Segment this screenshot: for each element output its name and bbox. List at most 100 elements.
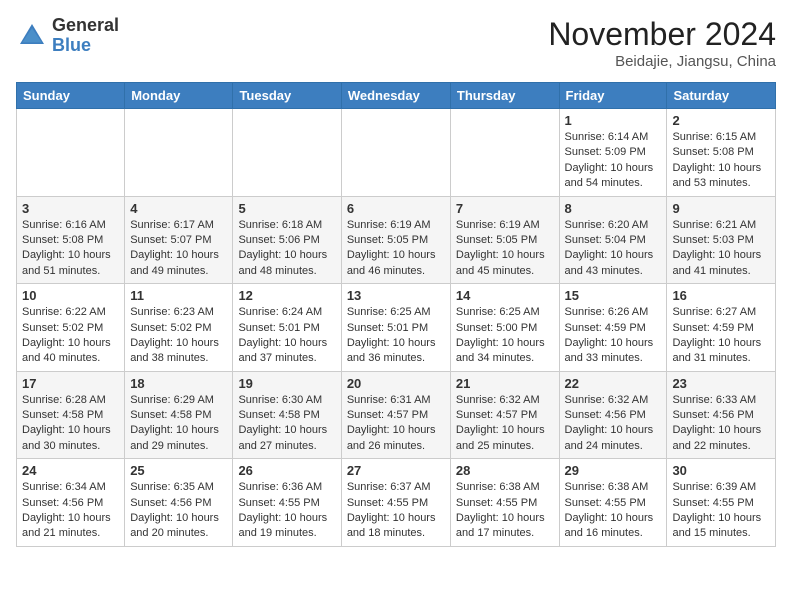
page-header: General Blue November 2024 Beidajie, Jia… <box>16 16 776 70</box>
day-info: Sunrise: 6:38 AM Sunset: 4:55 PM Dayligh… <box>565 480 662 542</box>
day-info: Sunrise: 6:34 AM Sunset: 4:56 PM Dayligh… <box>22 480 119 542</box>
weekday-header-tuesday: Tuesday <box>233 83 341 109</box>
calendar-week-5: 24 Sunrise: 6:34 AM Sunset: 4:56 PM Dayl… <box>17 459 776 547</box>
calendar-cell: 9 Sunrise: 6:21 AM Sunset: 5:03 PM Dayli… <box>667 196 776 284</box>
day-number: 2 <box>672 113 770 128</box>
day-info: Sunrise: 6:14 AM Sunset: 5:09 PM Dayligh… <box>565 130 662 192</box>
calendar-cell: 28 Sunrise: 6:38 AM Sunset: 4:55 PM Dayl… <box>450 459 559 547</box>
day-info: Sunrise: 6:39 AM Sunset: 4:55 PM Dayligh… <box>672 480 770 542</box>
weekday-header-sunday: Sunday <box>17 83 125 109</box>
calendar-week-1: 1 Sunrise: 6:14 AM Sunset: 5:09 PM Dayli… <box>17 109 776 197</box>
calendar-cell: 6 Sunrise: 6:19 AM Sunset: 5:05 PM Dayli… <box>341 196 450 284</box>
calendar-cell: 1 Sunrise: 6:14 AM Sunset: 5:09 PM Dayli… <box>559 109 667 197</box>
day-info: Sunrise: 6:19 AM Sunset: 5:05 PM Dayligh… <box>456 218 554 280</box>
calendar-week-3: 10 Sunrise: 6:22 AM Sunset: 5:02 PM Dayl… <box>17 284 776 372</box>
calendar-week-2: 3 Sunrise: 6:16 AM Sunset: 5:08 PM Dayli… <box>17 196 776 284</box>
weekday-header-row: SundayMondayTuesdayWednesdayThursdayFrid… <box>17 83 776 109</box>
day-info: Sunrise: 6:37 AM Sunset: 4:55 PM Dayligh… <box>347 480 445 542</box>
calendar-week-4: 17 Sunrise: 6:28 AM Sunset: 4:58 PM Dayl… <box>17 371 776 459</box>
day-info: Sunrise: 6:24 AM Sunset: 5:01 PM Dayligh… <box>238 305 335 367</box>
logo-general-text: General <box>52 15 119 35</box>
day-info: Sunrise: 6:32 AM Sunset: 4:56 PM Dayligh… <box>565 393 662 455</box>
day-number: 28 <box>456 463 554 478</box>
day-number: 27 <box>347 463 445 478</box>
day-info: Sunrise: 6:23 AM Sunset: 5:02 PM Dayligh… <box>130 305 227 367</box>
day-number: 6 <box>347 201 445 216</box>
calendar-cell: 3 Sunrise: 6:16 AM Sunset: 5:08 PM Dayli… <box>17 196 125 284</box>
day-number: 11 <box>130 288 227 303</box>
weekday-header-thursday: Thursday <box>450 83 559 109</box>
day-number: 12 <box>238 288 335 303</box>
day-number: 17 <box>22 376 119 391</box>
calendar-cell: 23 Sunrise: 6:33 AM Sunset: 4:56 PM Dayl… <box>667 371 776 459</box>
day-info: Sunrise: 6:19 AM Sunset: 5:05 PM Dayligh… <box>347 218 445 280</box>
calendar-cell: 7 Sunrise: 6:19 AM Sunset: 5:05 PM Dayli… <box>450 196 559 284</box>
logo-blue-text: Blue <box>52 35 91 55</box>
day-number: 14 <box>456 288 554 303</box>
calendar-cell: 29 Sunrise: 6:38 AM Sunset: 4:55 PM Dayl… <box>559 459 667 547</box>
day-number: 15 <box>565 288 662 303</box>
day-number: 16 <box>672 288 770 303</box>
day-number: 5 <box>238 201 335 216</box>
month-title: November 2024 <box>548 16 776 53</box>
calendar-cell: 24 Sunrise: 6:34 AM Sunset: 4:56 PM Dayl… <box>17 459 125 547</box>
logo-icon <box>16 20 48 52</box>
calendar-cell: 17 Sunrise: 6:28 AM Sunset: 4:58 PM Dayl… <box>17 371 125 459</box>
calendar-cell: 21 Sunrise: 6:32 AM Sunset: 4:57 PM Dayl… <box>450 371 559 459</box>
day-number: 21 <box>456 376 554 391</box>
calendar-cell: 15 Sunrise: 6:26 AM Sunset: 4:59 PM Dayl… <box>559 284 667 372</box>
day-number: 10 <box>22 288 119 303</box>
calendar-cell: 26 Sunrise: 6:36 AM Sunset: 4:55 PM Dayl… <box>233 459 341 547</box>
calendar-cell: 13 Sunrise: 6:25 AM Sunset: 5:01 PM Dayl… <box>341 284 450 372</box>
day-number: 30 <box>672 463 770 478</box>
day-number: 23 <box>672 376 770 391</box>
day-info: Sunrise: 6:16 AM Sunset: 5:08 PM Dayligh… <box>22 218 119 280</box>
day-info: Sunrise: 6:33 AM Sunset: 4:56 PM Dayligh… <box>672 393 770 455</box>
calendar-cell: 16 Sunrise: 6:27 AM Sunset: 4:59 PM Dayl… <box>667 284 776 372</box>
day-info: Sunrise: 6:15 AM Sunset: 5:08 PM Dayligh… <box>672 130 770 192</box>
calendar-cell: 27 Sunrise: 6:37 AM Sunset: 4:55 PM Dayl… <box>341 459 450 547</box>
day-number: 4 <box>130 201 227 216</box>
day-info: Sunrise: 6:31 AM Sunset: 4:57 PM Dayligh… <box>347 393 445 455</box>
calendar-cell <box>125 109 233 197</box>
calendar-cell: 25 Sunrise: 6:35 AM Sunset: 4:56 PM Dayl… <box>125 459 233 547</box>
calendar-cell: 4 Sunrise: 6:17 AM Sunset: 5:07 PM Dayli… <box>125 196 233 284</box>
calendar-cell: 10 Sunrise: 6:22 AM Sunset: 5:02 PM Dayl… <box>17 284 125 372</box>
day-info: Sunrise: 6:25 AM Sunset: 5:00 PM Dayligh… <box>456 305 554 367</box>
day-info: Sunrise: 6:32 AM Sunset: 4:57 PM Dayligh… <box>456 393 554 455</box>
day-info: Sunrise: 6:29 AM Sunset: 4:58 PM Dayligh… <box>130 393 227 455</box>
calendar-cell <box>450 109 559 197</box>
weekday-header-saturday: Saturday <box>667 83 776 109</box>
day-info: Sunrise: 6:21 AM Sunset: 5:03 PM Dayligh… <box>672 218 770 280</box>
day-number: 3 <box>22 201 119 216</box>
day-number: 20 <box>347 376 445 391</box>
weekday-header-wednesday: Wednesday <box>341 83 450 109</box>
calendar-cell: 22 Sunrise: 6:32 AM Sunset: 4:56 PM Dayl… <box>559 371 667 459</box>
day-number: 24 <box>22 463 119 478</box>
day-info: Sunrise: 6:17 AM Sunset: 5:07 PM Dayligh… <box>130 218 227 280</box>
day-number: 8 <box>565 201 662 216</box>
day-number: 13 <box>347 288 445 303</box>
day-number: 25 <box>130 463 227 478</box>
day-number: 1 <box>565 113 662 128</box>
day-info: Sunrise: 6:22 AM Sunset: 5:02 PM Dayligh… <box>22 305 119 367</box>
day-info: Sunrise: 6:35 AM Sunset: 4:56 PM Dayligh… <box>130 480 227 542</box>
day-info: Sunrise: 6:36 AM Sunset: 4:55 PM Dayligh… <box>238 480 335 542</box>
day-info: Sunrise: 6:30 AM Sunset: 4:58 PM Dayligh… <box>238 393 335 455</box>
weekday-header-monday: Monday <box>125 83 233 109</box>
day-info: Sunrise: 6:20 AM Sunset: 5:04 PM Dayligh… <box>565 218 662 280</box>
title-block: November 2024 Beidajie, Jiangsu, China <box>548 16 776 70</box>
day-number: 29 <box>565 463 662 478</box>
calendar-cell: 2 Sunrise: 6:15 AM Sunset: 5:08 PM Dayli… <box>667 109 776 197</box>
calendar-cell: 20 Sunrise: 6:31 AM Sunset: 4:57 PM Dayl… <box>341 371 450 459</box>
day-info: Sunrise: 6:27 AM Sunset: 4:59 PM Dayligh… <box>672 305 770 367</box>
calendar-cell: 14 Sunrise: 6:25 AM Sunset: 5:00 PM Dayl… <box>450 284 559 372</box>
calendar-cell: 11 Sunrise: 6:23 AM Sunset: 5:02 PM Dayl… <box>125 284 233 372</box>
logo: General Blue <box>16 16 119 56</box>
day-info: Sunrise: 6:28 AM Sunset: 4:58 PM Dayligh… <box>22 393 119 455</box>
day-number: 26 <box>238 463 335 478</box>
day-number: 18 <box>130 376 227 391</box>
location-text: Beidajie, Jiangsu, China <box>548 53 776 70</box>
day-info: Sunrise: 6:25 AM Sunset: 5:01 PM Dayligh… <box>347 305 445 367</box>
calendar-cell: 18 Sunrise: 6:29 AM Sunset: 4:58 PM Dayl… <box>125 371 233 459</box>
